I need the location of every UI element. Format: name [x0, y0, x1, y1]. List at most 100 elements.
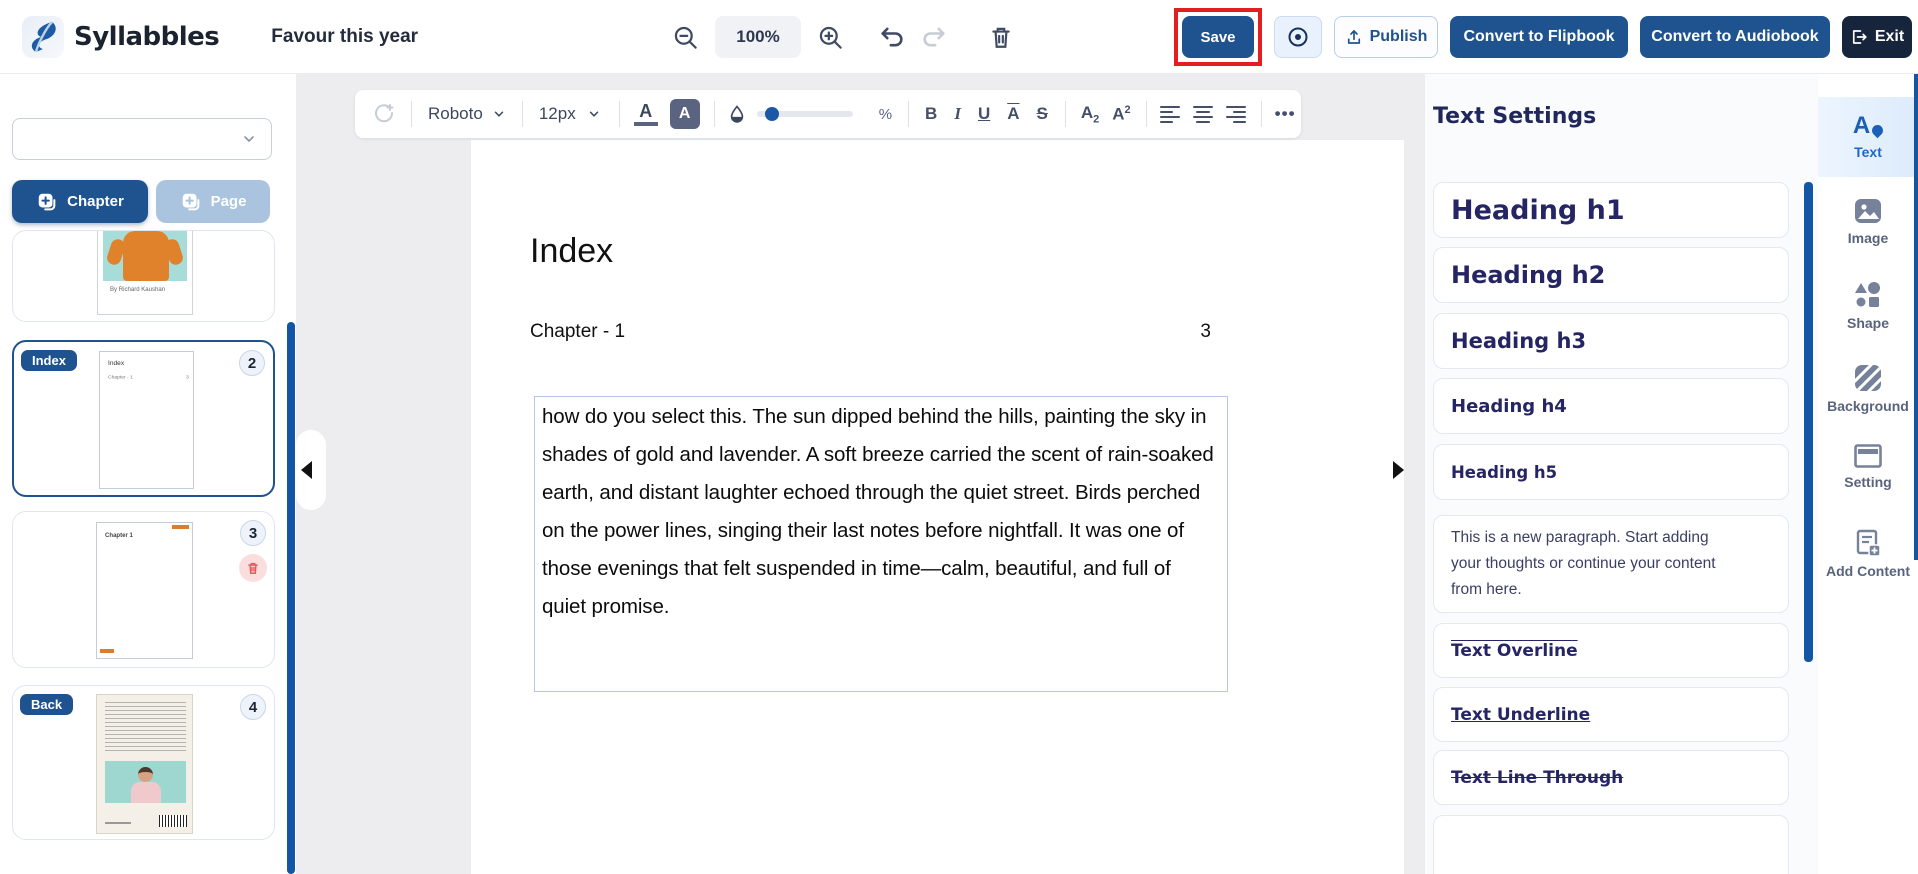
italic-button[interactable]: I	[954, 104, 961, 124]
mini-page-title: Index	[108, 359, 125, 367]
mini-page-preview: Chapter 1	[96, 522, 193, 659]
document-page[interactable]: Index Chapter - 1 3 how do you select th…	[471, 140, 1404, 874]
bold-button[interactable]: B	[925, 104, 937, 124]
page-heading[interactable]: Index	[530, 232, 613, 271]
paragraph-option[interactable]: This is a new paragraph. Start adding yo…	[1433, 515, 1789, 613]
heading-h4-option[interactable]: Heading h4	[1433, 378, 1789, 434]
tab-add-content-label: Add Content	[1826, 563, 1910, 579]
barcode	[159, 815, 187, 827]
underline-button[interactable]: U	[978, 104, 990, 124]
text-color-label: A	[639, 101, 653, 121]
save-button[interactable]: Save	[1182, 16, 1254, 58]
add-chapter-button[interactable]: Chapter	[12, 180, 148, 223]
align-right-icon[interactable]	[1225, 105, 1246, 123]
tab-text[interactable]: A Text	[1818, 97, 1918, 177]
align-left-icon[interactable]	[1159, 105, 1180, 123]
brand-logo[interactable]: Syllabbles	[22, 15, 220, 58]
trash-icon	[248, 562, 258, 574]
upload-icon	[1347, 30, 1360, 44]
back-cover-text-block	[105, 702, 186, 754]
heading-h3-option[interactable]: Heading h3	[1433, 313, 1789, 369]
subscript-button[interactable]: A2	[1081, 103, 1099, 125]
tab-background-label: Background	[1827, 398, 1909, 414]
mini-page-line: Chapter - 1	[108, 374, 133, 380]
top-bar: Syllabbles Favour this year 100% Save Pu…	[0, 0, 1918, 74]
tab-image[interactable]: Image	[1818, 186, 1918, 258]
editor-area: Roboto 12px A A % B I U A S A2 A2 ••• In…	[296, 74, 1425, 874]
subscript-base: A	[1080, 102, 1094, 122]
superscript-button[interactable]: A2	[1112, 104, 1130, 125]
opacity-slider-handle[interactable]	[764, 107, 779, 121]
exit-door-icon	[1852, 30, 1867, 44]
tab-add-content[interactable]: Add Content	[1818, 514, 1918, 594]
toolbar-divider	[411, 101, 412, 127]
font-size-select[interactable]: 12px	[539, 104, 576, 124]
add-pages-icon	[182, 193, 199, 210]
opacity-droplet-icon[interactable]	[727, 104, 747, 124]
text-color-swatch	[633, 122, 658, 126]
page-number[interactable]: 3	[1200, 321, 1211, 343]
text-option-partial[interactable]	[1433, 815, 1789, 874]
toolbar-divider	[1260, 101, 1262, 127]
superscript-digit: 2	[1124, 103, 1131, 116]
convert-to-audiobook-button[interactable]: Convert to Audiobook	[1640, 16, 1830, 58]
preview-button[interactable]	[1274, 16, 1322, 58]
add-page-button[interactable]: Page	[156, 180, 270, 223]
heading-h5-option[interactable]: Heading h5	[1433, 444, 1789, 500]
text-color-button[interactable]: A	[633, 101, 658, 126]
orange-accent-bar	[100, 649, 114, 653]
chapter-select-dropdown[interactable]	[12, 118, 272, 160]
publish-label: Publish	[1369, 28, 1428, 45]
mini-page-preview	[96, 694, 193, 834]
undo-icon[interactable]	[878, 23, 906, 51]
strikethrough-button[interactable]: S	[1037, 104, 1048, 124]
publish-button[interactable]: Publish	[1334, 16, 1438, 58]
page-thumbnail-cover[interactable]: By Richard Kaushan	[12, 230, 275, 322]
heading-h2-option[interactable]: Heading h2	[1433, 247, 1789, 303]
collapse-left-arrow-icon[interactable]	[301, 461, 312, 479]
exit-button[interactable]: Exit	[1842, 16, 1912, 58]
zoom-out-icon[interactable]	[672, 24, 699, 51]
text-overline-option[interactable]: Text Overline	[1433, 623, 1789, 678]
delete-icon[interactable]	[988, 24, 1014, 50]
opacity-slider[interactable]	[756, 107, 853, 121]
superscript-base: A	[1112, 104, 1125, 124]
zoom-in-icon[interactable]	[817, 24, 844, 51]
font-family-select[interactable]: Roboto	[428, 104, 483, 124]
brand-name: Syllabbles	[74, 21, 220, 52]
page-number-badge: 4	[240, 694, 266, 720]
page-thumbnail-back[interactable]: Back 4	[12, 685, 275, 840]
mini-page-num: 3	[185, 374, 189, 380]
add-buttons-row: Chapter Page	[12, 180, 270, 223]
convert-to-flipbook-button[interactable]: Convert to Flipbook	[1450, 16, 1628, 58]
text-underline-option[interactable]: Text Underline	[1433, 687, 1789, 742]
overline-button[interactable]: A	[1007, 104, 1019, 124]
mini-page-preview: Index Chapter - 1 3	[99, 351, 194, 489]
toolbar-divider	[908, 101, 910, 127]
window-scrollbar[interactable]	[1914, 74, 1918, 560]
text-line-through-option[interactable]: Text Line Through	[1433, 750, 1789, 805]
chapter-label[interactable]: Chapter - 1	[530, 321, 625, 343]
sidebar-scrollbar[interactable]	[287, 322, 295, 874]
tab-background[interactable]: Background	[1818, 352, 1918, 426]
comment-add-icon[interactable]	[373, 102, 397, 126]
align-center-icon[interactable]	[1192, 105, 1213, 123]
chevron-down-icon	[589, 111, 598, 117]
heading-h1-option[interactable]: Heading h1	[1433, 182, 1789, 238]
tab-setting[interactable]: Setting	[1818, 434, 1918, 500]
settings-scrollbar[interactable]	[1804, 182, 1813, 662]
zoom-level-display[interactable]: 100%	[715, 16, 801, 58]
collapse-right-arrow-icon[interactable]	[1393, 461, 1404, 479]
page-thumbnail-index[interactable]: Index 2 Index Chapter - 1 3	[12, 340, 275, 497]
more-options-button[interactable]: •••	[1275, 104, 1296, 124]
toolbar-divider	[521, 101, 523, 127]
tab-shape[interactable]: Shape	[1818, 269, 1918, 343]
sidebar-collapse-tab[interactable]	[296, 430, 326, 510]
save-highlight-annotation: Save	[1174, 8, 1262, 66]
page-thumbnail-chapter1[interactable]: 3 Chapter 1	[12, 511, 275, 668]
formatting-toolbar: Roboto 12px A A % B I U A S A2 A2 •••	[355, 90, 1301, 138]
delete-page-button[interactable]	[239, 554, 267, 582]
highlight-color-button[interactable]: A	[669, 99, 700, 129]
text-block-editor[interactable]: how do you select this. The sun dipped b…	[534, 396, 1228, 692]
redo-icon[interactable]	[920, 23, 948, 51]
